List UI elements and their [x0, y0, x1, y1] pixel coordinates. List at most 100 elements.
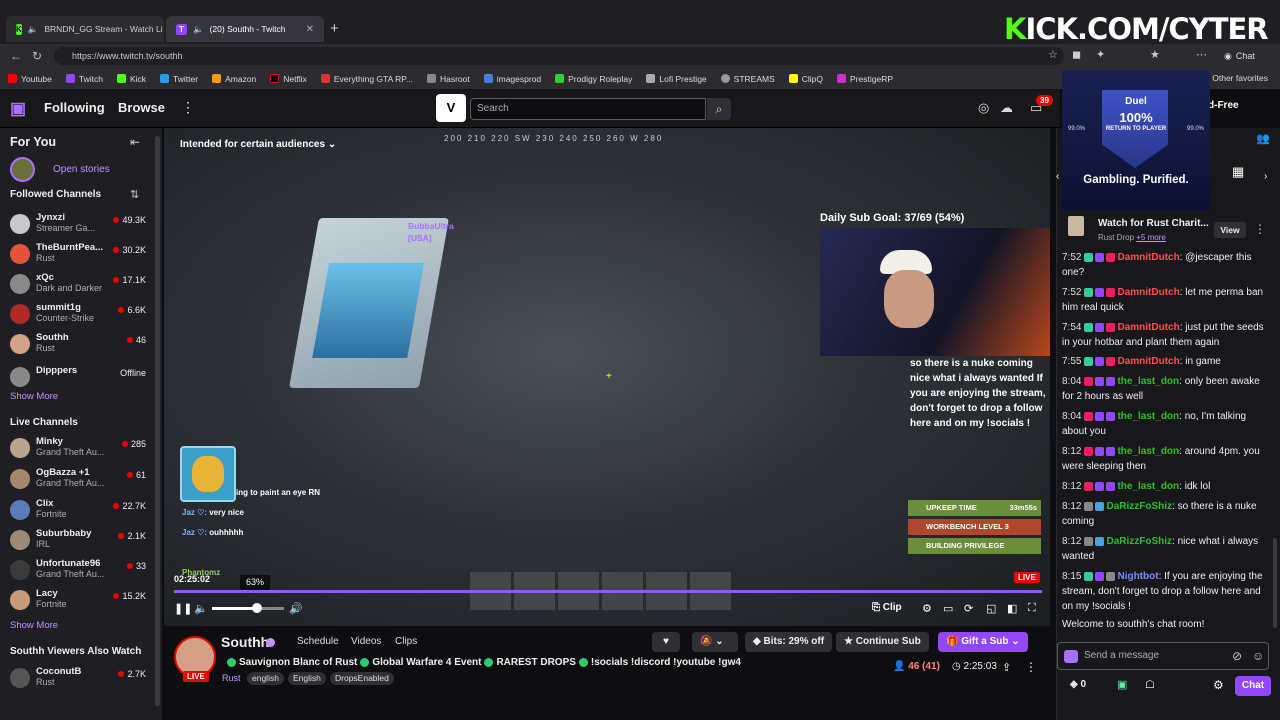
- sidebar-item-ogbazza[interactable]: OgBazza +1 Grand Theft Au... 61: [10, 467, 146, 493]
- bookmark-prodigy[interactable]: Prodigy Roleplay: [555, 74, 632, 84]
- bookmark-streams[interactable]: STREAMS: [720, 74, 775, 84]
- pause-icon[interactable]: ❚❚: [174, 602, 192, 615]
- sort-icon[interactable]: ⇅: [130, 188, 139, 201]
- sidebar-item-coconutb[interactable]: CoconutB Rust 2.7K: [10, 666, 146, 692]
- twitch-logo-icon[interactable]: ▣: [10, 99, 28, 119]
- tab-clips[interactable]: Clips: [395, 636, 417, 647]
- puzzle-icon[interactable]: ✦: [1096, 48, 1105, 61]
- ad-free-link[interactable]: d-Free: [1208, 100, 1239, 111]
- chevron-right-icon[interactable]: ›: [1264, 171, 1267, 182]
- chat-send-button[interactable]: Chat: [1235, 676, 1271, 696]
- sidebar-item-minky[interactable]: Minky Grand Theft Au... 285: [10, 436, 146, 462]
- volume-icon[interactable]: 🔈: [194, 602, 208, 615]
- search-input[interactable]: Search: [470, 98, 706, 120]
- continue-sub-button[interactable]: ★ Continue Sub: [836, 632, 929, 652]
- sidebar-item-theburntpeanut[interactable]: TheBurntPea... Rust 30.2K: [10, 242, 146, 268]
- sidebar-item-xqc[interactable]: xQc Dark and Darker 17.1K: [10, 272, 146, 298]
- bookmark-imagesprod[interactable]: imagesprod: [483, 74, 541, 84]
- bookmark-youtube[interactable]: Youtube: [8, 74, 52, 84]
- refresh-stream-icon[interactable]: ⟳: [964, 602, 973, 615]
- browser-tab-twitch[interactable]: T 🔈 (20) Southh - Twitch ✕: [166, 16, 324, 42]
- users-icon[interactable]: 👥: [1256, 132, 1270, 145]
- prime-icon[interactable]: ◎: [978, 100, 989, 116]
- sidebar-item-unfortunate96[interactable]: Unfortunate96 Grand Theft Au... 33: [10, 558, 146, 584]
- gift-box-icon[interactable]: ▦: [1232, 164, 1244, 180]
- sidebar-item-lacy[interactable]: Lacy Fortnite 15.2K: [10, 588, 146, 614]
- cloud-icon[interactable]: ☁: [1000, 100, 1013, 116]
- tag-english-lower[interactable]: english: [247, 672, 284, 685]
- chat-scrollbar[interactable]: [1273, 538, 1277, 628]
- fullscreen-icon[interactable]: ⛶: [1028, 602, 1036, 615]
- channel-points[interactable]: ◈ 0: [1070, 679, 1086, 690]
- volume-knob[interactable]: [252, 603, 262, 613]
- tag-english[interactable]: English: [288, 672, 326, 685]
- sidebar-toggle-icon[interactable]: ◧: [1007, 602, 1017, 615]
- follow-heart-icon[interactable]: ♥: [652, 632, 680, 652]
- chevron-left-icon[interactable]: ‹: [1056, 171, 1059, 182]
- settings-gear-icon[interactable]: ⚙: [922, 602, 932, 615]
- reload-icon[interactable]: ↻: [32, 49, 42, 63]
- collapse-sidebar-icon[interactable]: ⇤: [130, 135, 140, 149]
- sidebar-item-summit1g[interactable]: summit1g Counter-Strike 6.6K: [10, 302, 146, 328]
- tag-drops-enabled[interactable]: DropsEnabled: [330, 672, 394, 685]
- extension-v-icon[interactable]: V: [436, 94, 466, 122]
- bookmark-gta-rp[interactable]: Everything GTA RP...: [320, 74, 413, 84]
- share-icon[interactable]: ⇪: [1002, 661, 1011, 674]
- channel-name[interactable]: Southh: [221, 634, 269, 650]
- bookmark-clipq[interactable]: ClipQ: [788, 74, 823, 84]
- show-more-followed[interactable]: Show More: [10, 391, 58, 402]
- new-tab-button[interactable]: +: [330, 20, 339, 37]
- sub-badge-icon[interactable]: [1064, 650, 1078, 663]
- close-tab-icon[interactable]: ✕: [306, 24, 314, 35]
- volume-max-icon[interactable]: 🔊: [289, 602, 303, 615]
- sidebar-item-jynxzi[interactable]: Jynxzi Streamer Ga... 49.3K: [10, 212, 146, 238]
- extension-icon[interactable]: ◼: [1072, 48, 1081, 61]
- menu-dots-icon[interactable]: ⋯: [1196, 48, 1207, 61]
- favorites-icon[interactable]: ★: [1150, 48, 1160, 61]
- bookmark-twitch[interactable]: Twitch: [65, 74, 103, 84]
- more-options-icon[interactable]: ⋮: [1254, 222, 1266, 236]
- tab-videos[interactable]: Videos: [351, 636, 381, 647]
- sidebar-item-clix[interactable]: Clix Fortnite 22.7K: [10, 498, 146, 524]
- more-options-icon[interactable]: ⋮: [1025, 660, 1037, 674]
- search-icon[interactable]: ⌕: [707, 98, 731, 120]
- bits-button[interactable]: ◆ Bits: 29% off: [745, 632, 833, 652]
- back-arrow-icon[interactable]: ←: [10, 49, 22, 63]
- sidebar-item-suburbbaby[interactable]: Suburbbaby IRL 2.1K: [10, 528, 146, 554]
- chat-input[interactable]: Send a message ⊘ ☺: [1057, 642, 1269, 670]
- bookmark-hasroot[interactable]: Hasroot: [426, 74, 470, 84]
- nav-following[interactable]: Following: [44, 100, 105, 115]
- video-player[interactable]: 200 210 220 SW 230 240 250 260 W 280 Int…: [164, 128, 1050, 626]
- bot-icon[interactable]: ☖: [1145, 678, 1155, 691]
- star-icon[interactable]: ☆: [1048, 48, 1058, 61]
- nav-browse[interactable]: Browse: [118, 100, 165, 115]
- bookmark-twitter[interactable]: Twitter: [160, 74, 198, 84]
- sidebar-item-southh[interactable]: Southh Rust 46: [10, 332, 146, 358]
- sidebar-item-dipppers[interactable]: Dipppers Offline: [10, 365, 146, 391]
- tab-schedule[interactable]: Schedule: [297, 636, 339, 647]
- bookmark-prestigerp[interactable]: PrestigeRP: [837, 74, 893, 84]
- show-more-live[interactable]: Show More: [10, 620, 58, 631]
- browser-tab-kick[interactable]: K 🔈 BRNDN_GG Stream - Watch Li ✕: [6, 16, 164, 42]
- bookmark-kick[interactable]: Kick: [116, 74, 146, 84]
- drop-view-button[interactable]: View: [1214, 222, 1246, 238]
- notifications-toggle[interactable]: 🔕 ⌄: [692, 632, 738, 652]
- bookmark-lofi[interactable]: Lofi Prestige: [646, 74, 707, 84]
- copilot-chat-button[interactable]: ◉ Chat: [1216, 47, 1263, 65]
- settings-gear-icon[interactable]: ⚙: [1213, 678, 1224, 692]
- other-favorites[interactable]: Other favorites: [1212, 73, 1268, 83]
- channel-points-reward-icon[interactable]: ▣: [1117, 678, 1127, 691]
- theatre-mode-icon[interactable]: ▭: [943, 602, 953, 615]
- no-emote-icon[interactable]: ⊘: [1232, 649, 1242, 663]
- bookmark-amazon[interactable]: Amazon: [212, 74, 256, 84]
- emote-icon[interactable]: ☺: [1252, 649, 1264, 663]
- ad-banner[interactable]: Duel 100% RETURN TO PLAYER 99.0% 99.0% G…: [1062, 70, 1210, 210]
- url-field[interactable]: https://www.twitch.tv/southh: [54, 47, 1064, 65]
- more-menu-icon[interactable]: ⋮: [181, 99, 195, 116]
- gift-sub-button[interactable]: 🎁 Gift a Sub ⌄: [938, 632, 1028, 652]
- sidebar-scrollbar[interactable]: [155, 136, 160, 706]
- stream-game-link[interactable]: Rust: [222, 673, 241, 683]
- bookmark-netflix[interactable]: Netflix: [270, 74, 307, 84]
- audience-warning[interactable]: Intended for certain audiences ⌄: [180, 139, 336, 150]
- volume-slider[interactable]: [212, 607, 284, 610]
